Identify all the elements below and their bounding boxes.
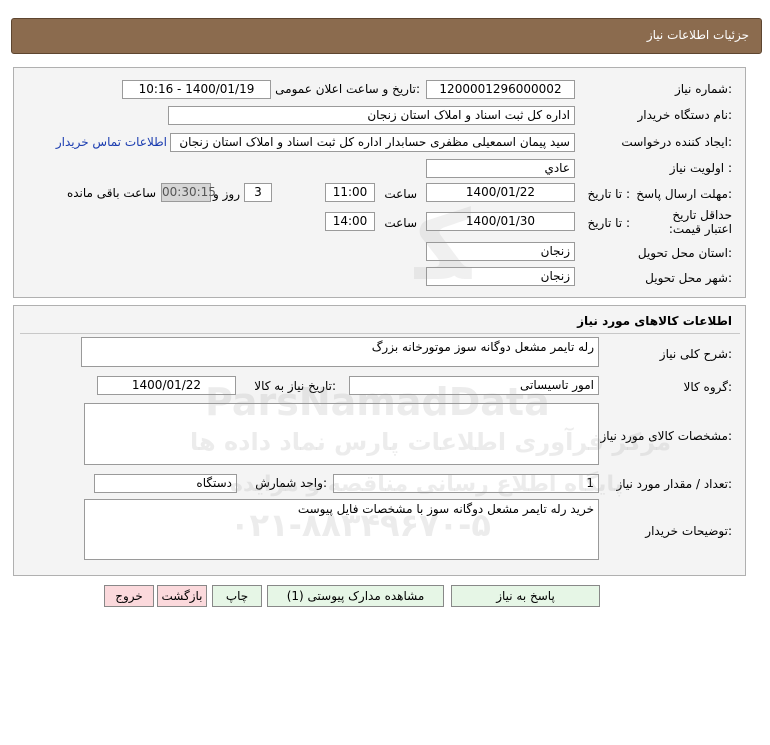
goods-section-title: اطلاعات کالاهای مورد نیاز: [577, 314, 732, 328]
quantity-field: 1: [333, 474, 599, 493]
general-desc-field: رله تایمر مشعل دوگانه سوز موتورخانه بزرگ: [81, 337, 599, 367]
goods-section-divider: [20, 333, 740, 334]
deadline-time-field: 11:00: [325, 183, 375, 202]
deadline-to-date-label: تا تاریخ :: [587, 187, 630, 201]
price-validity-to-date-label: تا تاریخ :: [587, 216, 630, 230]
view-attachments-button[interactable]: مشاهده مدارک پیوستی (1): [267, 585, 444, 607]
goods-spec-label: مشخصات کالای مورد نیاز:: [600, 429, 732, 443]
price-validity-time-label: ساعت: [384, 216, 417, 230]
unit-field: دستگاه: [94, 474, 237, 493]
need-date-label: تاریخ نیاز به کالا:: [254, 379, 336, 393]
days-label: روز و: [213, 187, 240, 201]
general-desc-label: شرح کلی نیاز:: [659, 347, 732, 361]
priority-field: عادي: [426, 159, 575, 178]
province-field: زنجان: [426, 242, 575, 261]
goods-group-field: امور تاسیساتی: [349, 376, 599, 395]
need-date-field: 1400/01/22: [97, 376, 236, 395]
deadline-time-label: ساعت: [384, 187, 417, 201]
buyer-org-label: نام دستگاه خریدار:: [637, 108, 733, 122]
deadline-label: مهلت ارسال پاسخ:: [636, 187, 732, 201]
requester-label: ایجاد کننده درخواست:: [621, 135, 732, 149]
city-label: شهر محل تحویل:: [645, 271, 732, 285]
back-button[interactable]: بازگشت: [157, 585, 207, 607]
page-title: جزئیات اطلاعات نیاز: [646, 28, 749, 42]
city-field: زنجان: [426, 267, 575, 286]
days-remaining-field: 3: [244, 183, 272, 202]
deadline-date-field: 1400/01/22: [426, 183, 575, 202]
exit-button[interactable]: خروج: [104, 585, 154, 607]
need-number-field: 1200001296000002: [426, 80, 575, 99]
goods-group-label: گروه کالا:: [683, 380, 733, 394]
details-panel: [13, 67, 746, 298]
unit-label: واحد شمارش:: [255, 476, 327, 490]
goods-spec-field: [84, 403, 599, 465]
remaining-time-label: ساعت باقی مانده: [66, 186, 156, 200]
priority-label: اولویت نیاز :: [669, 161, 732, 175]
remaining-time-counter: 00:30:15: [161, 183, 216, 202]
buyer-notes-field: خرید رله تایمر مشعل دوگانه سوز با مشخصات…: [84, 499, 599, 560]
page-header: جزئیات اطلاعات نیاز: [11, 18, 762, 54]
reply-button[interactable]: پاسخ به نیاز: [451, 585, 600, 607]
requester-field: سید پیمان اسمعیلی مظفری حسابدار اداره کل…: [170, 133, 575, 152]
need-number-label: شماره نیاز:: [674, 82, 732, 96]
province-label: استان محل تحویل:: [637, 246, 732, 260]
price-validity-time-field: 14:00: [325, 212, 375, 231]
announce-datetime-field: 1400/01/19 - 10:16: [122, 80, 271, 99]
buyer-notes-label: توضیحات خریدار:: [645, 524, 732, 538]
announce-datetime-label: تاریخ و ساعت اعلان عمومی:: [275, 82, 420, 96]
buyer-contact-link[interactable]: اطلاعات تماس خریدار: [56, 135, 167, 149]
price-validity-label: حداقل تاریخ اعتبار قیمت:: [668, 208, 732, 236]
print-button[interactable]: چاپ: [212, 585, 262, 607]
quantity-label: تعداد / مقدار مورد نیاز:: [616, 477, 732, 491]
price-validity-date-field: 1400/01/30: [426, 212, 575, 231]
buyer-org-field: اداره کل ثبت اسناد و املاک استان زنجان: [168, 106, 575, 125]
